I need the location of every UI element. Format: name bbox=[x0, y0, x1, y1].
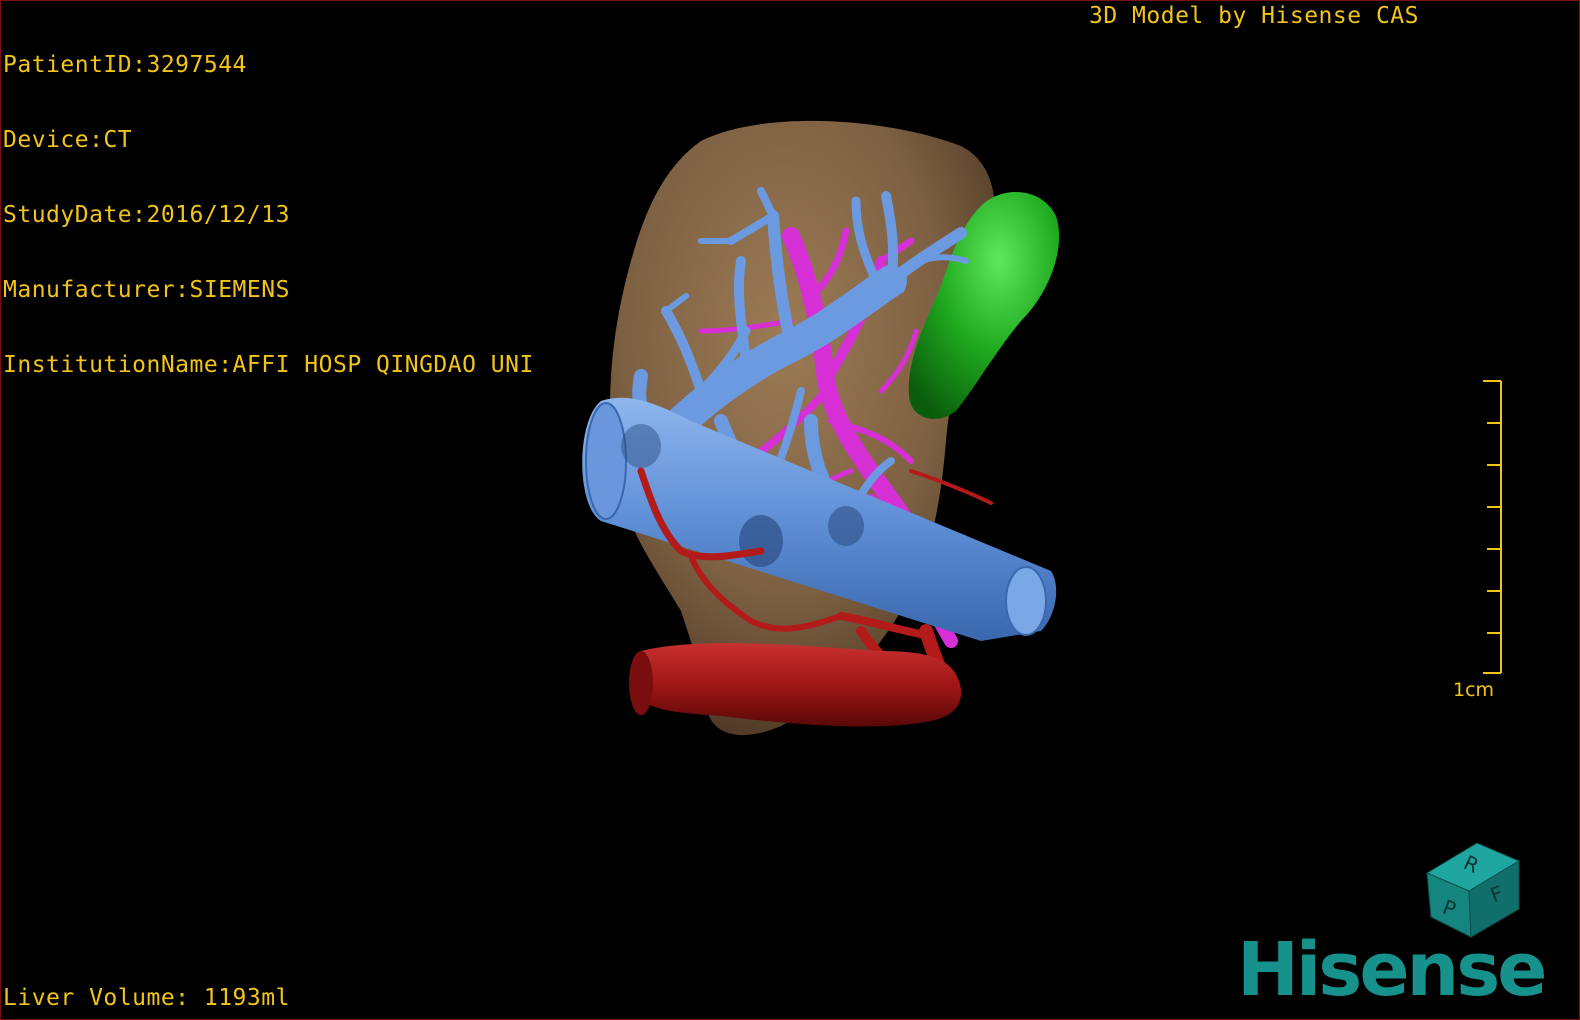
patient-id-text: PatientID:3297544 bbox=[3, 52, 247, 78]
dicom-info-overlay: PatientID:3297544 Device:CT StudyDate:20… bbox=[3, 3, 534, 428]
model-credit-text: 3D Model by Hisense CAS bbox=[1089, 3, 1419, 29]
liver-volume-text: Liver Volume: 1193ml bbox=[3, 985, 290, 1011]
manufacturer-text: Manufacturer:SIEMENS bbox=[3, 277, 290, 303]
device-text: Device:CT bbox=[3, 127, 133, 153]
3d-render-viewport[interactable]: PatientID:3297544 Device:CT StudyDate:20… bbox=[0, 0, 1580, 1020]
hisense-logo: Hisense bbox=[1237, 927, 1547, 1013]
aorta bbox=[629, 643, 962, 727]
scale-bar-label: 1cm bbox=[1453, 679, 1495, 701]
institution-text: InstitutionName:AFFI HOSP QINGDAO UNI bbox=[3, 352, 534, 378]
study-date-text: StudyDate:2016/12/13 bbox=[3, 202, 290, 228]
scale-bar bbox=[1483, 380, 1502, 674]
